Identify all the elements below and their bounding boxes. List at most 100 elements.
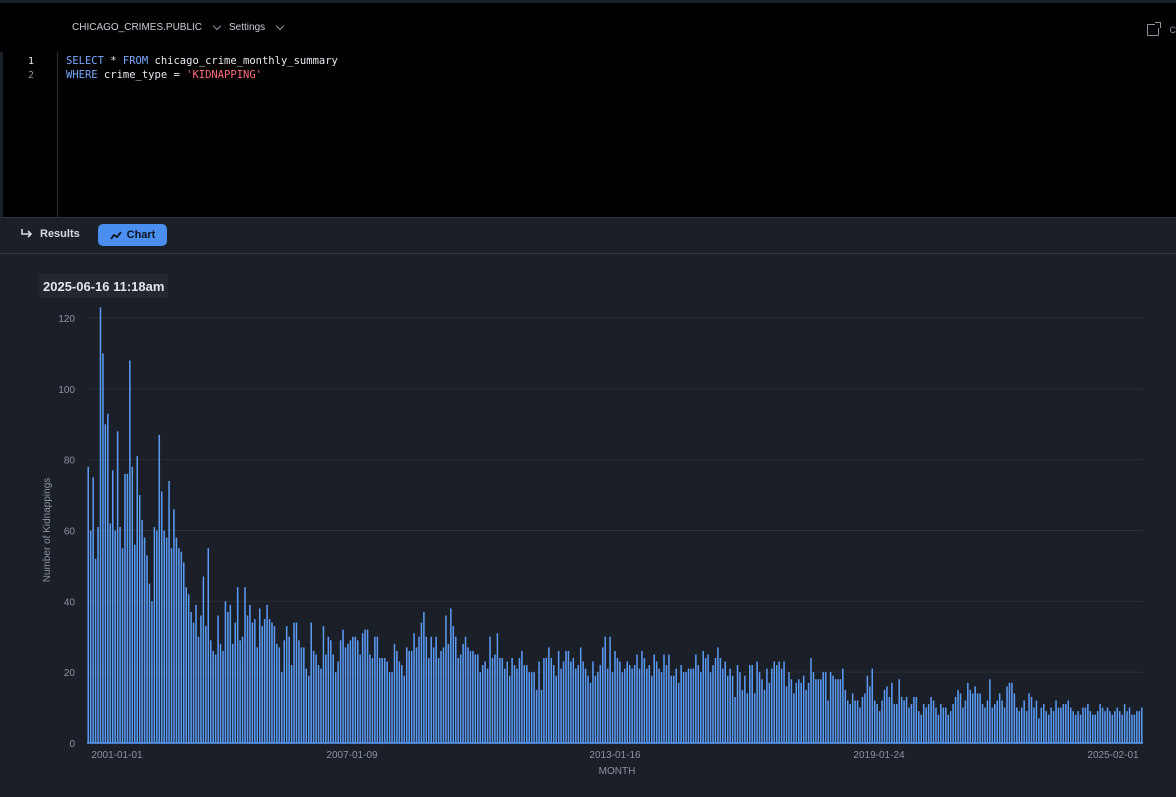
bar [582,661,584,743]
bar [244,587,246,743]
bar [653,654,655,743]
bar [126,473,129,743]
bar [729,668,731,744]
bar [1138,711,1141,744]
open-external-icon[interactable] [1147,22,1161,36]
bar [753,693,756,743]
bar [692,668,695,744]
bar [903,700,905,743]
bar [611,672,614,743]
bar [626,661,629,743]
bar [802,675,805,743]
bar [337,661,339,743]
bar [913,696,915,743]
bar [650,675,653,743]
bar [633,665,636,743]
bar [349,640,352,743]
bar [871,668,874,744]
bar [1072,711,1074,744]
bar [807,682,810,743]
database-label: CHICAGO_CRIMES.PUBLIC [72,22,203,33]
bar [366,629,369,743]
bar [893,704,896,743]
bar [339,640,342,743]
bar [344,647,347,744]
bar [214,654,217,743]
bar [707,654,709,743]
bar [589,682,592,743]
tab-results[interactable]: Results [20,228,80,240]
bar [148,583,151,744]
bar [570,661,572,743]
bar [805,689,807,744]
bar [501,658,504,743]
bar [981,704,984,743]
database-selector[interactable]: CHICAGO_CRIMES.PUBLIC [72,21,222,33]
bar [952,704,954,743]
bar [474,654,477,743]
bar [601,647,604,744]
bar [293,622,295,743]
bar [790,679,793,743]
bar [780,668,783,744]
bar [881,700,883,743]
bar [1096,711,1099,744]
bar [276,643,278,743]
bar [136,456,138,744]
bar [334,672,337,743]
bar [1141,707,1143,743]
bar [888,696,891,743]
bar [305,668,308,744]
bar [812,672,815,743]
bar [494,654,496,743]
bar [197,636,200,743]
bar [1111,714,1114,743]
bar [1035,700,1038,743]
bar [918,711,920,744]
bar [959,693,962,743]
bar [557,650,560,743]
chevron-down-icon [212,21,222,31]
bar [665,665,668,743]
bar [859,707,861,743]
bar [540,689,543,744]
bar [526,665,528,743]
bar [398,661,401,743]
code-line-2[interactable]: WHERE crime_type = 'KIDNAPPING' [66,69,262,81]
bar [227,611,229,743]
bar [268,619,271,743]
settings-label: Settings [229,22,266,33]
bar [712,665,714,743]
bar [592,661,594,743]
bar [606,668,609,744]
bar [1118,711,1121,744]
sql-editor[interactable]: 1 2 SELECT * FROM chicago_crime_monthly_… [0,52,1176,217]
bar [922,704,925,743]
bar [320,668,322,744]
bar [330,640,332,743]
bar [258,608,261,743]
bar [994,704,996,743]
x-tick-label: 2007-01-09 [326,750,378,761]
bar [908,707,910,743]
bar [273,626,276,744]
bar [771,668,773,744]
bar [891,682,893,743]
bar [864,693,866,743]
bar [616,658,619,743]
bar [793,693,795,743]
tab-chart[interactable]: Chart [98,224,167,246]
bar [170,548,173,743]
bar [165,537,168,743]
bar [604,636,606,743]
bar [472,650,474,743]
bar [668,654,670,743]
bar [513,665,516,743]
bar [528,672,531,743]
bar [486,668,489,744]
bar [768,682,771,743]
code-line-1[interactable]: SELECT * FROM chicago_crime_monthly_summ… [66,55,338,67]
settings-menu[interactable]: Settings [229,21,285,33]
bar [1092,714,1094,743]
bar [614,650,616,743]
